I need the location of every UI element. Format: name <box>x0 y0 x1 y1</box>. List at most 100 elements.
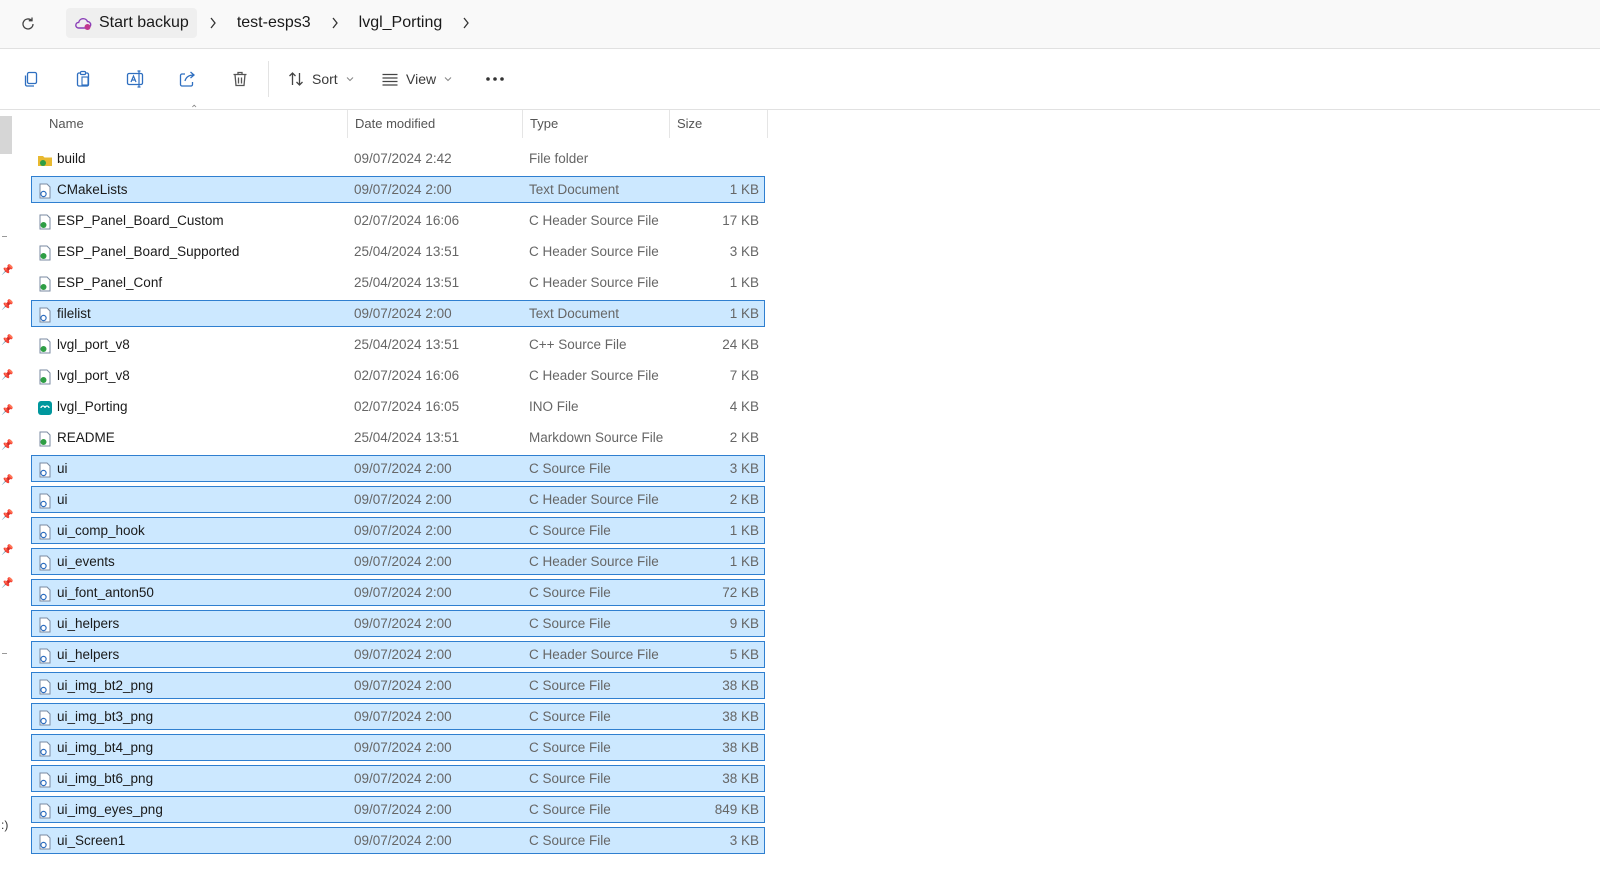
file-row[interactable]: ui_comp_hook 09/07/2024 2:00 C Source File… <box>31 517 765 544</box>
file-date-modified: 09/07/2024 2:00 <box>354 833 452 848</box>
copy-button[interactable] <box>22 65 40 93</box>
file-type: C Source File <box>529 709 611 724</box>
pin-icon[interactable]: 📌 <box>1 510 13 521</box>
breadcrumb-label: test-esps3 <box>236 14 311 31</box>
pin-icon[interactable]: 📌 <box>1 405 13 416</box>
markdown-file-icon <box>37 430 53 447</box>
pin-icon[interactable]: 📌 <box>1 545 13 556</box>
file-type: C Source File <box>529 771 611 786</box>
file-row[interactable]: ui_Screen1 09/07/2024 2:00 C Source File 3 … <box>31 827 765 854</box>
file-row[interactable]: ui_font_anton50 09/07/2024 2:00 C Source F… <box>31 579 765 606</box>
command-bar: Sort View <box>0 49 1600 110</box>
document-icon <box>37 492 53 509</box>
view-label: View <box>406 71 437 87</box>
nav-item-partial[interactable]: :) <box>1 818 8 832</box>
file-name: lvgl_port_v8 <box>57 337 130 352</box>
file-size: 849 KB <box>714 802 759 817</box>
file-row[interactable]: lvgl_port_v8 25/04/2024 13:51 C++ Source F… <box>31 331 765 358</box>
file-row[interactable]: filelist 09/07/2024 2:00 Text Document 1 KB <box>31 300 765 327</box>
file-row[interactable]: ui_img_bt6_png 09/07/2024 2:00 C Source Fi… <box>31 765 765 792</box>
paste-button[interactable] <box>74 65 92 93</box>
file-name: lvgl_port_v8 <box>57 368 130 383</box>
file-name: ui_helpers <box>57 616 120 631</box>
pin-icon[interactable]: 📌 <box>1 370 13 381</box>
file-size: 5 KB <box>729 647 759 662</box>
pin-icon[interactable]: 📌 <box>1 265 13 276</box>
pin-icon[interactable]: 📌 <box>1 578 13 589</box>
file-row[interactable]: ui_img_bt2_png 09/07/2024 2:00 C Source Fi… <box>31 672 765 699</box>
file-size: 24 KB <box>722 337 759 352</box>
chevron-right-icon[interactable] <box>456 17 476 29</box>
breadcrumb-item-start-backup[interactable]: Start backup <box>66 8 197 38</box>
file-date-modified: 09/07/2024 2:00 <box>354 492 452 507</box>
more-options-button[interactable] <box>485 65 505 93</box>
breadcrumb-item-lvgl-porting[interactable]: lvgl_Porting <box>351 8 451 38</box>
column-header-size[interactable]: Size <box>670 110 768 138</box>
column-header-type[interactable]: Type <box>523 110 670 138</box>
column-header-date[interactable]: Date modified <box>348 110 523 138</box>
pin-icon[interactable]: 📌 <box>1 335 13 346</box>
file-row[interactable]: ESP_Panel_Board_Custom 02/07/2024 16:06 C … <box>31 207 765 234</box>
file-size: 1 KB <box>729 554 759 569</box>
file-row[interactable]: ui_helpers 09/07/2024 2:00 C Source File 9 … <box>31 610 765 637</box>
document-icon <box>37 771 53 788</box>
file-row[interactable]: ui 09/07/2024 2:00 C Header Source File 2 K… <box>31 486 765 513</box>
file-row[interactable]: ESP_Panel_Conf 25/04/2024 13:51 C Header S… <box>31 269 765 296</box>
file-type: Markdown Source File <box>529 430 664 445</box>
column-header-name[interactable]: Name <box>32 110 348 138</box>
file-date-modified: 25/04/2024 13:51 <box>354 337 460 352</box>
chevron-right-icon[interactable] <box>203 17 223 29</box>
file-list: build 09/07/2024 2:42 File folder CMakeList… <box>31 145 765 858</box>
sort-button[interactable]: Sort <box>287 65 354 93</box>
file-row[interactable]: lvgl_Porting 02/07/2024 16:05 INO File 4 KB <box>31 393 765 420</box>
file-row[interactable]: ui_img_eyes_png 09/07/2024 2:00 C Source F… <box>31 796 765 823</box>
file-row[interactable]: ui 09/07/2024 2:00 C Source File 3 KB <box>31 455 765 482</box>
file-name: ESP_Panel_Board_Supported <box>57 244 240 259</box>
file-type: C Header Source File <box>529 554 659 569</box>
file-date-modified: 09/07/2024 2:00 <box>354 616 452 631</box>
file-size: 38 KB <box>722 678 759 693</box>
column-label: Size <box>677 116 703 131</box>
file-row[interactable]: ESP_Panel_Board_Supported 25/04/2024 13:5… <box>31 238 765 265</box>
share-button[interactable] <box>178 65 196 93</box>
file-type: Text Document <box>529 306 620 321</box>
file-size: 72 KB <box>722 585 759 600</box>
chevron-down-icon <box>346 77 354 82</box>
file-size: 3 KB <box>729 244 759 259</box>
file-date-modified: 25/04/2024 13:51 <box>354 275 460 290</box>
file-date-modified: 25/04/2024 13:51 <box>354 430 460 445</box>
file-row[interactable]: build 09/07/2024 2:42 File folder <box>31 145 765 172</box>
file-row[interactable]: ui_img_bt3_png 09/07/2024 2:00 C Source Fi… <box>31 703 765 730</box>
file-type: C Header Source File <box>529 368 659 383</box>
file-row[interactable]: lvgl_port_v8 02/07/2024 16:06 C Header Sou… <box>31 362 765 389</box>
file-type: C Source File <box>529 802 611 817</box>
pin-icon[interactable]: 📌 <box>1 440 13 451</box>
file-type: Text Document <box>529 182 620 197</box>
breadcrumb-item-test-esps3[interactable]: test-esps3 <box>229 8 319 38</box>
document-icon <box>37 678 53 695</box>
document-icon <box>37 585 53 602</box>
file-date-modified: 02/07/2024 16:06 <box>354 213 460 228</box>
file-row[interactable]: ui_img_bt4_png 09/07/2024 2:00 C Source Fi… <box>31 734 765 761</box>
file-date-modified: 09/07/2024 2:00 <box>354 461 452 476</box>
rename-button[interactable] <box>126 65 146 93</box>
arduino-file-icon <box>37 399 53 415</box>
file-row[interactable]: ui_helpers 09/07/2024 2:00 C Header Source… <box>31 641 765 668</box>
file-row[interactable]: CMakeLists 09/07/2024 2:00 Text Document 1 … <box>31 176 765 203</box>
delete-button[interactable] <box>231 65 249 93</box>
pin-icon[interactable]: 📌 <box>1 300 13 311</box>
pin-icon[interactable]: 📌 <box>1 475 13 486</box>
file-row[interactable]: README 25/04/2024 13:51 Markdown Source Fi… <box>31 424 765 451</box>
document-icon <box>37 616 53 633</box>
chevron-right-icon[interactable] <box>325 17 345 29</box>
file-type: File folder <box>529 151 589 166</box>
file-date-modified: 25/04/2024 13:51 <box>354 244 460 259</box>
refresh-button[interactable] <box>14 10 42 38</box>
navigation-scrollbar[interactable] <box>0 116 12 154</box>
file-type: C Header Source File <box>529 647 659 662</box>
view-button[interactable]: View <box>381 65 452 93</box>
document-icon <box>37 647 53 664</box>
file-row[interactable]: ui_events 09/07/2024 2:00 C Header Source … <box>31 548 765 575</box>
file-type: C Source File <box>529 740 611 755</box>
file-date-modified: 09/07/2024 2:00 <box>354 709 452 724</box>
